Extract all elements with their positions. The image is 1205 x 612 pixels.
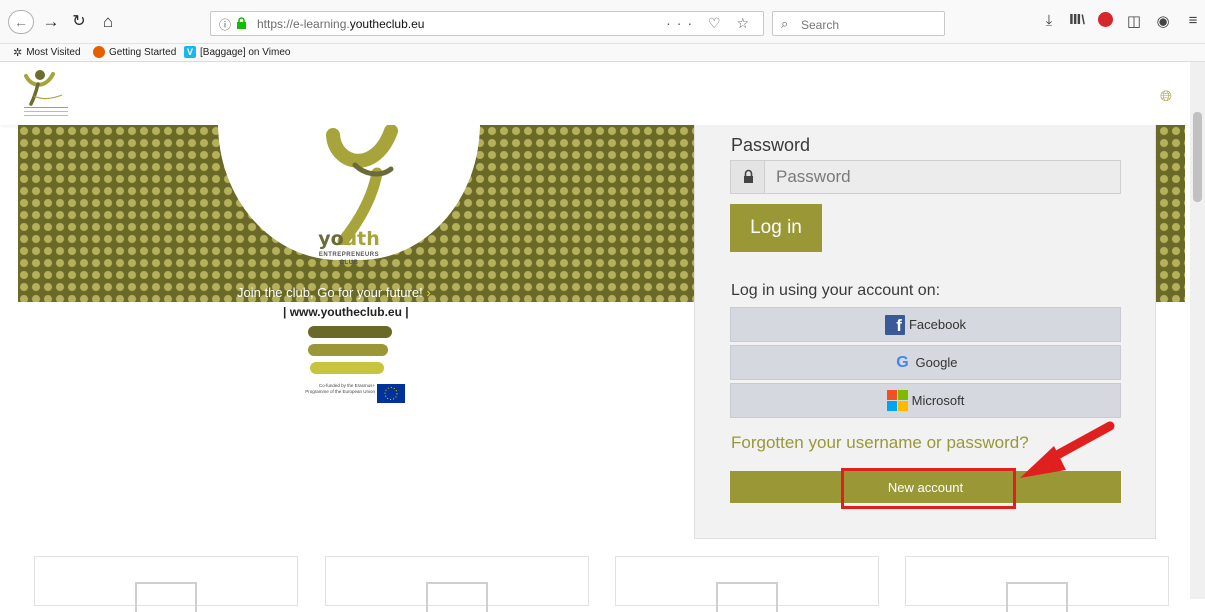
- eu-funding-text: Co-funded by the Erasmus+ Programme of t…: [305, 383, 375, 394]
- url-text: https://e-learning.youtheclub.eu: [257, 17, 425, 31]
- bookmark-label: Most Visited: [26, 47, 81, 58]
- scrollbar-thumb[interactable]: [1193, 112, 1202, 202]
- language-globe-icon[interactable]: 🌐︎: [1160, 88, 1172, 105]
- menu-icon[interactable]: ≡: [1182, 12, 1204, 29]
- gear-icon: ✲: [13, 47, 23, 59]
- image-placeholder-icon: [716, 582, 778, 612]
- browser-toolbar: ← → ↻ ⌂ ⓘ https://e-learning.youtheclub.…: [0, 0, 1205, 44]
- page-scrollbar[interactable]: [1190, 62, 1205, 599]
- adblock-icon[interactable]: [1094, 12, 1116, 31]
- red-arrow-icon: [1020, 421, 1115, 478]
- bulb-stripe: [310, 362, 384, 374]
- download-icon[interactable]: ⤓: [1038, 12, 1060, 29]
- sidebar-icon[interactable]: ◫: [1123, 12, 1145, 30]
- back-button[interactable]: ←: [8, 10, 34, 34]
- image-placeholder-icon: [426, 582, 488, 612]
- site-url-text: | www.youtheclub.eu |: [283, 305, 409, 319]
- bulb-stripe: [308, 344, 388, 356]
- password-label: Password: [731, 135, 811, 155]
- url-bar[interactable]: ⓘ https://e-learning.youtheclub.eu ··· ♡…: [210, 11, 764, 36]
- firefox-icon: [93, 46, 105, 58]
- bookmark-getting-started[interactable]: Getting Started: [93, 46, 176, 58]
- microsoft-login-button[interactable]: Microsoft: [730, 383, 1121, 418]
- bookmark-label: [Baggage] on Vimeo: [200, 46, 291, 58]
- library-icon[interactable]: Ⅲ\: [1066, 12, 1088, 28]
- bookmark-label: Getting Started: [109, 46, 177, 58]
- lock-icon: [731, 161, 765, 193]
- bulb-base-graphic: | www.youtheclub.eu | Co-funded by the E…: [283, 305, 433, 403]
- bookmark-most-visited[interactable]: ✲ Most Visited: [13, 46, 81, 59]
- provider-label: Microsoft: [911, 393, 965, 408]
- page-actions-icons[interactable]: ··· ♡ ☆: [666, 15, 755, 32]
- brand-wordmark: youth: [318, 228, 380, 250]
- forward-button[interactable]: →: [42, 10, 60, 34]
- password-field: [730, 160, 1121, 194]
- highlight-rectangle: [841, 468, 1016, 509]
- brand-subtitle: ENTREPRENEURS CLUB: [318, 252, 380, 266]
- account-icon[interactable]: ◉: [1152, 12, 1174, 30]
- lightbulb-graphic: youth ENTREPRENEURS CLUB: [218, 125, 480, 266]
- home-button[interactable]: ⌂: [99, 10, 117, 34]
- microsoft-icon: [886, 390, 908, 411]
- info-icon[interactable]: ⓘ: [219, 16, 231, 33]
- hero-tagline: Join the club, Go for your future! ›: [237, 285, 431, 300]
- facebook-login-button[interactable]: f Facebook: [730, 307, 1121, 342]
- site-logo[interactable]: [18, 66, 73, 122]
- password-input[interactable]: [765, 161, 1120, 193]
- forgot-password-link[interactable]: Forgotten your username or password?: [731, 433, 1029, 453]
- ribbon-figure-icon: [326, 125, 398, 245]
- bulb-stripe: [308, 326, 392, 338]
- external-login-label: Log in using your account on:: [731, 282, 941, 299]
- reload-button[interactable]: ↻: [70, 10, 88, 34]
- search-bar[interactable]: ⌕ Search: [772, 11, 945, 36]
- provider-label: Facebook: [908, 317, 967, 332]
- facebook-icon: f: [884, 314, 905, 335]
- bookmarks-toolbar: ✲ Most Visited Getting Started V [Baggag…: [0, 44, 1205, 62]
- image-placeholder-icon: [135, 582, 197, 612]
- site-header: 🌐︎: [0, 62, 1190, 125]
- vimeo-icon: V: [184, 46, 196, 58]
- google-login-button[interactable]: G Google: [730, 345, 1121, 380]
- eu-flag-icon: [377, 384, 405, 403]
- bookmark-vimeo[interactable]: V [Baggage] on Vimeo: [184, 46, 290, 58]
- google-icon: G: [896, 353, 909, 371]
- search-icon: ⌕: [781, 16, 789, 31]
- chevron-right-icon: ›: [426, 285, 431, 300]
- search-placeholder: Search: [801, 18, 840, 32]
- image-placeholder-icon: [1006, 582, 1068, 612]
- login-button[interactable]: Log in: [730, 204, 822, 252]
- provider-label: Google: [915, 355, 958, 370]
- lock-icon: [237, 17, 246, 29]
